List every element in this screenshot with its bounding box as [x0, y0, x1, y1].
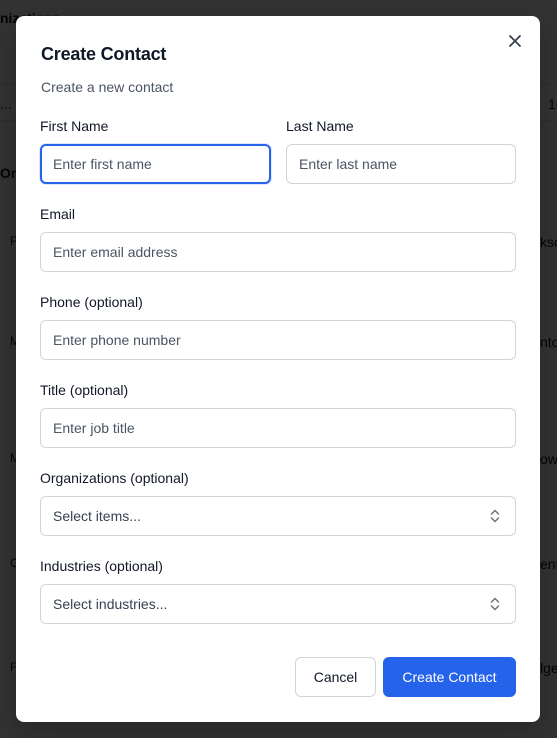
phone-label: Phone (optional)	[40, 294, 143, 310]
dialog-title: Create Contact	[41, 44, 167, 64]
last-name-input[interactable]	[286, 144, 516, 184]
industries-field: Industries (optional) Select industries.…	[40, 556, 516, 624]
dialog-subtitle: Create a new contact	[41, 79, 174, 95]
last-name-label: Last Name	[286, 118, 354, 134]
email-input[interactable]	[40, 232, 516, 272]
first-name-input[interactable]	[40, 144, 271, 184]
first-name-label: First Name	[40, 118, 109, 134]
organizations-select[interactable]: Select items...	[40, 496, 516, 536]
phone-field: Phone (optional)	[40, 292, 516, 360]
chevron-up-down-icon	[490, 509, 500, 523]
job-title-field: Title (optional)	[40, 380, 516, 448]
job-title-input[interactable]	[40, 408, 516, 448]
organizations-select-value: Select items...	[53, 508, 141, 524]
organizations-field: Organizations (optional) Select items...	[40, 468, 516, 536]
last-name-field: Last Name	[286, 116, 516, 184]
email-field: Email	[40, 204, 516, 272]
close-icon	[509, 35, 521, 47]
job-title-label: Title (optional)	[40, 382, 129, 398]
first-name-field: First Name	[40, 116, 271, 184]
industries-label: Industries (optional)	[40, 558, 163, 574]
chevron-up-down-icon	[490, 597, 500, 611]
create-contact-button[interactable]: Create Contact	[383, 657, 516, 697]
phone-input[interactable]	[40, 320, 516, 360]
industries-select-value: Select industries...	[53, 596, 168, 612]
industries-select[interactable]: Select industries...	[40, 584, 516, 624]
cancel-button[interactable]: Cancel	[295, 657, 376, 697]
organizations-label: Organizations (optional)	[40, 470, 189, 486]
create-contact-dialog: Create Contact Create a new contact Firs…	[16, 16, 540, 722]
close-button[interactable]	[504, 30, 526, 52]
email-label: Email	[40, 206, 76, 222]
